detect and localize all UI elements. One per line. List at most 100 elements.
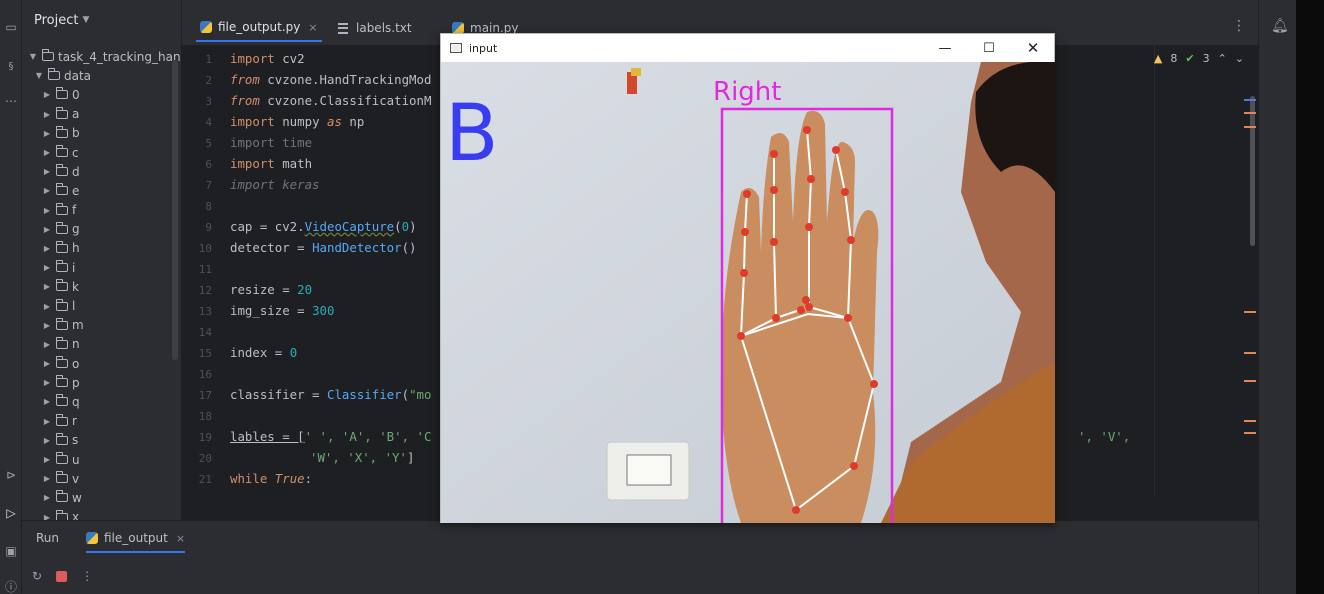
expand-arrow-icon[interactable]: ▶ xyxy=(42,513,52,520)
close-icon[interactable]: × xyxy=(176,532,185,545)
line-number: 1 xyxy=(205,53,212,66)
tree-folder-u[interactable]: ▶ u xyxy=(22,450,181,469)
tree-folder-e[interactable]: ▶ e xyxy=(22,181,181,200)
expand-arrow-icon[interactable]: ▶ xyxy=(42,167,52,176)
tab-labels[interactable]: labels.txt xyxy=(338,14,412,42)
more-vertical-icon[interactable]: ⋮ xyxy=(1232,18,1246,34)
folder-icon xyxy=(56,317,68,330)
tree-folder-0[interactable]: ▶ 0 xyxy=(22,85,181,104)
tree-folder-m[interactable]: ▶ m xyxy=(22,316,181,335)
hand-label: Right xyxy=(713,77,781,107)
folder-label: e xyxy=(72,183,80,198)
tree-root[interactable]: ▼ task_4_tracking_han xyxy=(22,47,181,66)
tree-folder-g[interactable]: ▶ g xyxy=(22,220,181,239)
expand-arrow-icon[interactable]: ▶ xyxy=(42,148,52,157)
tab-file-output[interactable]: file_output.py × xyxy=(196,14,322,42)
tree-folder-d[interactable]: ▶ d xyxy=(22,162,181,181)
tree-folder-v[interactable]: ▶ v xyxy=(22,469,181,488)
tool-window-strip: ▭ § ⋯ ⊳ ▷ ▣ ⓘ xyxy=(0,0,22,594)
expand-arrow-icon[interactable]: ▶ xyxy=(42,340,52,349)
tree-folder-h[interactable]: ▶ h xyxy=(22,239,181,258)
folder-icon xyxy=(56,202,68,215)
expand-arrow-icon[interactable]: ▶ xyxy=(42,417,52,426)
expand-arrow-icon[interactable]: ▶ xyxy=(42,378,52,387)
expand-arrow-icon[interactable]: ▶ xyxy=(42,436,52,445)
expand-arrow-icon[interactable]: ▶ xyxy=(42,474,52,483)
expand-arrow-icon[interactable]: ▶ xyxy=(42,282,52,291)
expand-arrow-icon[interactable]: ▶ xyxy=(42,302,52,311)
folder-icon[interactable]: ▭ xyxy=(2,18,20,36)
rerun-icon[interactable]: ↻ xyxy=(32,569,42,583)
more-icon[interactable]: ⋯ xyxy=(2,92,20,110)
line-number: 9 xyxy=(205,221,212,234)
folder-label: a xyxy=(72,107,80,122)
run-icon[interactable]: ▷ xyxy=(2,504,20,522)
expand-arrow-icon[interactable]: ▶ xyxy=(42,206,52,215)
line-number: 16 xyxy=(198,368,212,381)
expand-arrow-icon[interactable]: ▼ xyxy=(28,52,38,61)
expand-arrow-icon[interactable]: ▶ xyxy=(42,186,52,195)
line-number: 8 xyxy=(205,200,212,213)
tree-folder-s[interactable]: ▶ s xyxy=(22,431,181,450)
opencv-titlebar[interactable]: input — ☐ ✕ xyxy=(441,34,1054,62)
folder-label: n xyxy=(72,337,80,352)
expand-arrow-icon[interactable]: ▶ xyxy=(42,359,52,368)
tree-folder-q[interactable]: ▶ q xyxy=(22,392,181,411)
expand-arrow-icon[interactable]: ▶ xyxy=(42,244,52,253)
close-button[interactable]: ✕ xyxy=(1011,34,1055,62)
expand-arrow-icon[interactable]: ▶ xyxy=(42,110,52,119)
tree-data-folder[interactable]: ▼ data xyxy=(22,66,181,85)
tree-folder-k[interactable]: ▶ k xyxy=(22,277,181,296)
expand-arrow-icon[interactable]: ▶ xyxy=(42,493,52,502)
expand-arrow-icon[interactable]: ▶ xyxy=(42,397,52,406)
git-icon[interactable]: § xyxy=(2,58,20,76)
tree-folder-i[interactable]: ▶ i xyxy=(22,258,181,277)
tree-folder-o[interactable]: ▶ o xyxy=(22,354,181,373)
tree-folder-r[interactable]: ▶ r xyxy=(22,412,181,431)
tree-folder-p[interactable]: ▶ p xyxy=(22,373,181,392)
expand-arrow-icon[interactable]: ▶ xyxy=(42,225,52,234)
problems-icon[interactable]: ⓘ xyxy=(2,578,20,594)
folder-icon xyxy=(56,413,68,426)
tree-folder-n[interactable]: ▶ n xyxy=(22,335,181,354)
expand-arrow-icon[interactable]: ▶ xyxy=(42,263,52,272)
close-icon[interactable]: × xyxy=(308,21,317,34)
chevron-up-icon[interactable]: ⌃ xyxy=(1218,52,1227,65)
expand-arrow-icon[interactable]: ▶ xyxy=(42,321,52,330)
bell-icon[interactable]: 🔔︎ xyxy=(1271,18,1289,34)
run-title: Run xyxy=(36,531,60,545)
tree-folder-x[interactable]: ▶ x xyxy=(22,508,181,520)
camera-frame: B Right xyxy=(441,62,1055,523)
scroll-marker xyxy=(1244,352,1256,354)
minimize-button[interactable]: — xyxy=(923,34,967,62)
stop-icon[interactable] xyxy=(56,570,68,582)
project-header[interactable]: Project ▼ xyxy=(22,0,181,40)
inspection-widget[interactable]: ▲ 8 ✔ 3 ⌃ ⌄ xyxy=(1154,52,1244,65)
right-margin-guide xyxy=(1154,46,1155,496)
tree-folder-b[interactable]: ▶ b xyxy=(22,124,181,143)
folder-icon xyxy=(48,68,60,81)
folder-label: c xyxy=(72,145,79,160)
window-title: input xyxy=(469,41,498,55)
maximize-button[interactable]: ☐ xyxy=(967,34,1011,62)
editor-scrollbar[interactable] xyxy=(1250,96,1255,246)
expand-arrow-icon[interactable]: ▶ xyxy=(42,455,52,464)
tab-run-file-output[interactable]: file_output × xyxy=(86,531,186,553)
more-vertical-icon[interactable]: ⋮ xyxy=(81,569,93,583)
opencv-window[interactable]: input — ☐ ✕ B Right xyxy=(440,33,1055,523)
tree-folder-l[interactable]: ▶ l xyxy=(22,296,181,315)
chevron-down-icon[interactable]: ⌄ xyxy=(1235,52,1244,65)
tree-folder-a[interactable]: ▶ a xyxy=(22,105,181,124)
services-icon[interactable]: ⊳ xyxy=(2,466,20,484)
expand-arrow-icon[interactable]: ▼ xyxy=(34,71,44,80)
run-panel: Run file_output × ↻ ⋮ xyxy=(22,520,1258,594)
text-file-icon xyxy=(338,22,348,34)
tree-folder-f[interactable]: ▶ f xyxy=(22,201,181,220)
project-scrollbar[interactable] xyxy=(172,60,178,360)
terminal-icon[interactable]: ▣ xyxy=(2,542,20,560)
expand-arrow-icon[interactable]: ▶ xyxy=(42,129,52,138)
expand-arrow-icon[interactable]: ▶ xyxy=(42,90,52,99)
tree-folder-c[interactable]: ▶ c xyxy=(22,143,181,162)
tree-folder-w[interactable]: ▶ w xyxy=(22,488,181,507)
folder-icon xyxy=(56,240,68,253)
